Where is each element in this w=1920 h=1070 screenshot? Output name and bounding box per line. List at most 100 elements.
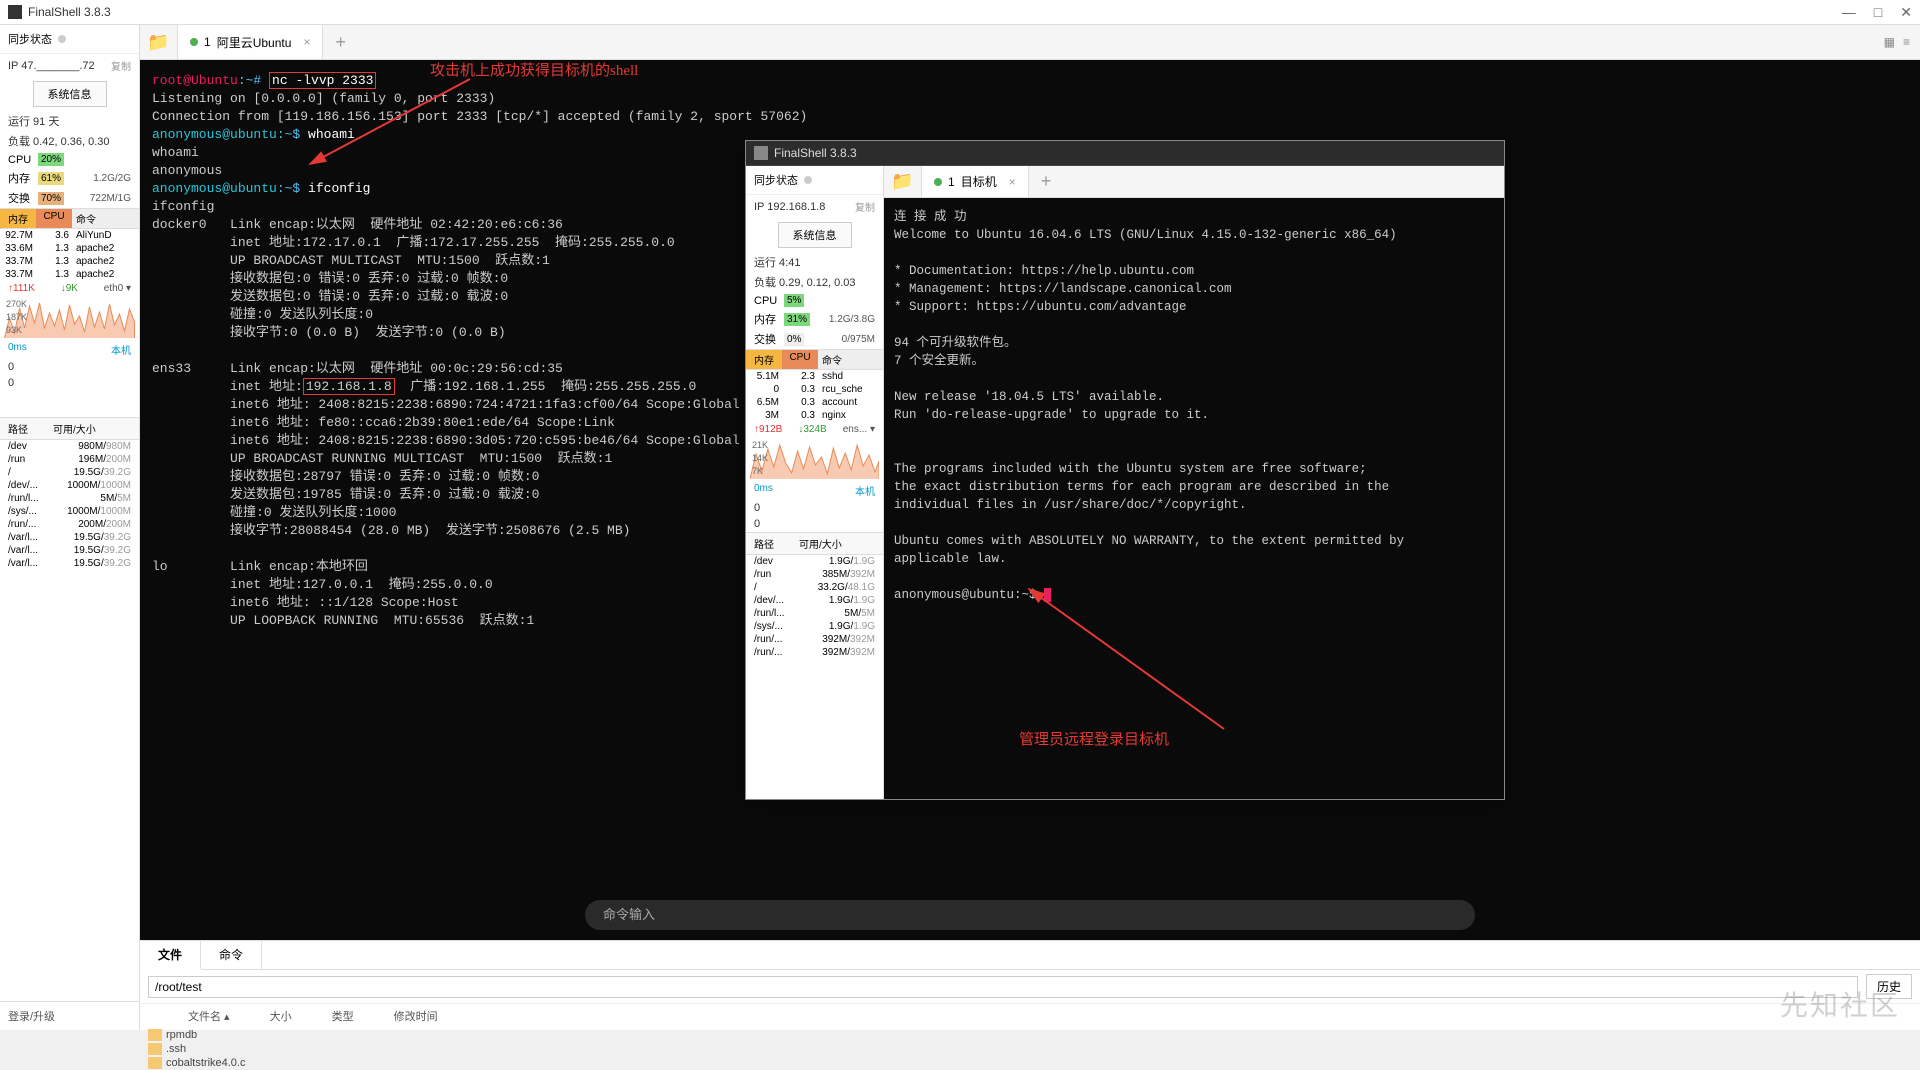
history-button[interactable]: 历史 — [1866, 974, 1912, 999]
fs-row[interactable]: /var/l...19.5G/39.2G — [0, 557, 139, 570]
window-min-button[interactable]: — — [1842, 4, 1856, 21]
net-device-select[interactable]: ens... ▾ — [843, 424, 875, 435]
open-folder-button[interactable]: 📁 — [884, 166, 922, 197]
fs-col-path[interactable]: 路径 — [754, 536, 799, 551]
fs-row[interactable]: /33.2G/48.1G — [746, 581, 883, 594]
system-info-button[interactable]: 系统信息 — [33, 81, 107, 107]
net-device-select[interactable]: eth0 ▾ — [104, 283, 131, 294]
fs-row[interactable]: /sys/...1000M/1000M — [0, 505, 139, 518]
session-tab[interactable]: 1 目标机 × — [922, 166, 1029, 197]
net-up: ↑912B — [754, 424, 782, 435]
fs-row[interactable]: /var/l...19.5G/39.2G — [0, 544, 139, 557]
process-row[interactable]: 33.7M1.3apache2 — [0, 268, 139, 281]
terminal-target[interactable]: 连 接 成 功 Welcome to Ubuntu 16.04.6 LTS (G… — [884, 198, 1504, 799]
process-row[interactable]: 33.6M1.3apache2 — [0, 242, 139, 255]
tab-close-button[interactable]: × — [1009, 175, 1016, 189]
fs-row[interactable]: /run/...200M/200M — [0, 518, 139, 531]
proc-col-cmd[interactable]: 命令 — [72, 209, 139, 228]
highlighted-ip: 192.168.1.8 — [303, 378, 395, 395]
mem-label: 内存 — [8, 170, 34, 186]
fs-row[interactable]: /run196M/200M — [0, 453, 139, 466]
status-dot-icon — [190, 38, 198, 46]
annotation-attack: 攻击机上成功获得目标机的shell — [430, 62, 638, 80]
tab-close-button[interactable]: × — [303, 35, 310, 49]
app-logo-icon — [754, 146, 768, 160]
cursor-icon — [1044, 588, 1051, 602]
fs-row[interactable]: /19.5G/39.2G — [0, 466, 139, 479]
cpu-value: 20% — [38, 153, 64, 166]
tab-commands[interactable]: 命令 — [201, 941, 262, 969]
fs-row[interactable]: /dev/...1.9G/1.9G — [746, 594, 883, 607]
path-input[interactable] — [148, 976, 1858, 998]
fs-row[interactable]: /sys/...1.9G/1.9G — [746, 620, 883, 633]
list-view-icon[interactable]: ≡ — [1903, 35, 1910, 49]
process-row[interactable]: 3M0.3nginx — [746, 409, 883, 422]
process-row[interactable]: 6.5M0.3account — [746, 396, 883, 409]
fs-row[interactable]: /dev980M/980M — [0, 440, 139, 453]
add-tab-button[interactable]: + — [323, 32, 358, 53]
fs-row[interactable]: /dev/...1000M/1000M — [0, 479, 139, 492]
latency: 0ms — [754, 483, 773, 498]
add-tab-button[interactable]: + — [1029, 171, 1064, 192]
latency-lbl: 本机 — [111, 342, 131, 357]
cpu-value: 5% — [784, 294, 804, 307]
process-row[interactable]: 5.1M2.3sshd — [746, 370, 883, 383]
fs-col-size[interactable]: 可用/大小 — [799, 536, 842, 551]
win2-sidebar: 同步状态 IP 192.168.1.8复制 系统信息 运行 4:41 负载 0.… — [746, 166, 884, 799]
command-input[interactable]: 命令输入 — [585, 900, 1475, 930]
fs-col-size[interactable]: 可用/大小 — [53, 421, 96, 436]
system-info-button[interactable]: 系统信息 — [778, 222, 852, 248]
sidebar-left: 同步状态 IP 47._______.72 复制 系统信息 运行 91 天 负载… — [0, 25, 140, 1030]
copy-ip-button[interactable]: 复制 — [111, 58, 131, 73]
proc-col-cpu[interactable]: CPU — [36, 209, 72, 228]
tab-title: 目标机 — [961, 173, 997, 190]
sync-status: 同步状态 — [0, 25, 139, 54]
open-folder-button[interactable]: 📁 — [140, 25, 178, 59]
annotation-admin: 管理员远程登录目标机 — [1019, 731, 1169, 749]
app-logo-icon — [8, 5, 22, 19]
titlebar: FinalShell 3.8.3 — □ ✕ — [0, 0, 1920, 25]
fs-row[interactable]: /dev1.9G/1.9G — [746, 555, 883, 568]
window-close-button[interactable]: ✕ — [1900, 4, 1912, 21]
load: 负载 0.42, 0.36, 0.30 — [0, 131, 139, 151]
file-item[interactable]: cobaltstrike4.0.c — [148, 1056, 1912, 1070]
fs-row[interactable]: /run/...392M/392M — [746, 646, 883, 659]
col-type[interactable]: 类型 — [332, 1008, 394, 1024]
folder-icon — [148, 1043, 162, 1055]
login-upgrade-button[interactable]: 登录/升级 — [0, 1001, 139, 1030]
proc-col-mem[interactable]: 内存 — [0, 209, 36, 228]
latency-lbl: 本机 — [855, 483, 875, 498]
fs-row[interactable]: /run385M/392M — [746, 568, 883, 581]
process-row[interactable]: 33.7M1.3apache2 — [0, 255, 139, 268]
tab-files[interactable]: 文件 — [140, 941, 201, 970]
col-filename[interactable]: 文件名 ▴ — [188, 1008, 270, 1024]
grid-view-icon[interactable]: ▦ — [1884, 35, 1895, 49]
col-size[interactable]: 大小 — [270, 1008, 332, 1024]
process-row[interactable]: 00.3rcu_sche — [746, 383, 883, 396]
window-max-button[interactable]: □ — [1874, 4, 1882, 21]
col-mtime[interactable]: 修改时间 — [394, 1008, 478, 1024]
tab-num: 1 — [204, 35, 211, 49]
process-row[interactable]: 92.7M3.6AliYunD — [0, 229, 139, 242]
fs-col-path[interactable]: 路径 — [8, 421, 53, 436]
cpu-label: CPU — [8, 154, 34, 166]
fs-row[interactable]: /run/l...5M/5M — [0, 492, 139, 505]
fs-row[interactable]: /run/l...5M/5M — [746, 607, 883, 620]
mem-value: 31% — [784, 313, 810, 326]
win2-title: FinalShell 3.8.3 — [774, 146, 1496, 160]
fs-row[interactable]: /run/...392M/392M — [746, 633, 883, 646]
file-item[interactable]: .ssh — [148, 1042, 1912, 1056]
proc-col-cpu[interactable]: CPU — [782, 350, 818, 369]
file-item[interactable]: rpmdb — [148, 1028, 1912, 1042]
proc-col-mem[interactable]: 内存 — [746, 350, 782, 369]
net-down: ↓9K — [61, 283, 78, 294]
copy-ip-button[interactable]: 复制 — [855, 199, 875, 214]
tab-bar: 📁 1 阿里云Ubuntu × + ▦ ≡ — [140, 25, 1920, 60]
tab-title: 阿里云Ubuntu — [217, 34, 292, 51]
proc-col-cmd[interactable]: 命令 — [818, 350, 883, 369]
session-tab[interactable]: 1 阿里云Ubuntu × — [178, 25, 323, 59]
sync-dot-icon — [58, 35, 66, 43]
highlighted-command: nc -lvvp 2333 — [269, 72, 376, 89]
fs-row[interactable]: /var/l...19.5G/39.2G — [0, 531, 139, 544]
latency: 0ms — [8, 342, 27, 357]
